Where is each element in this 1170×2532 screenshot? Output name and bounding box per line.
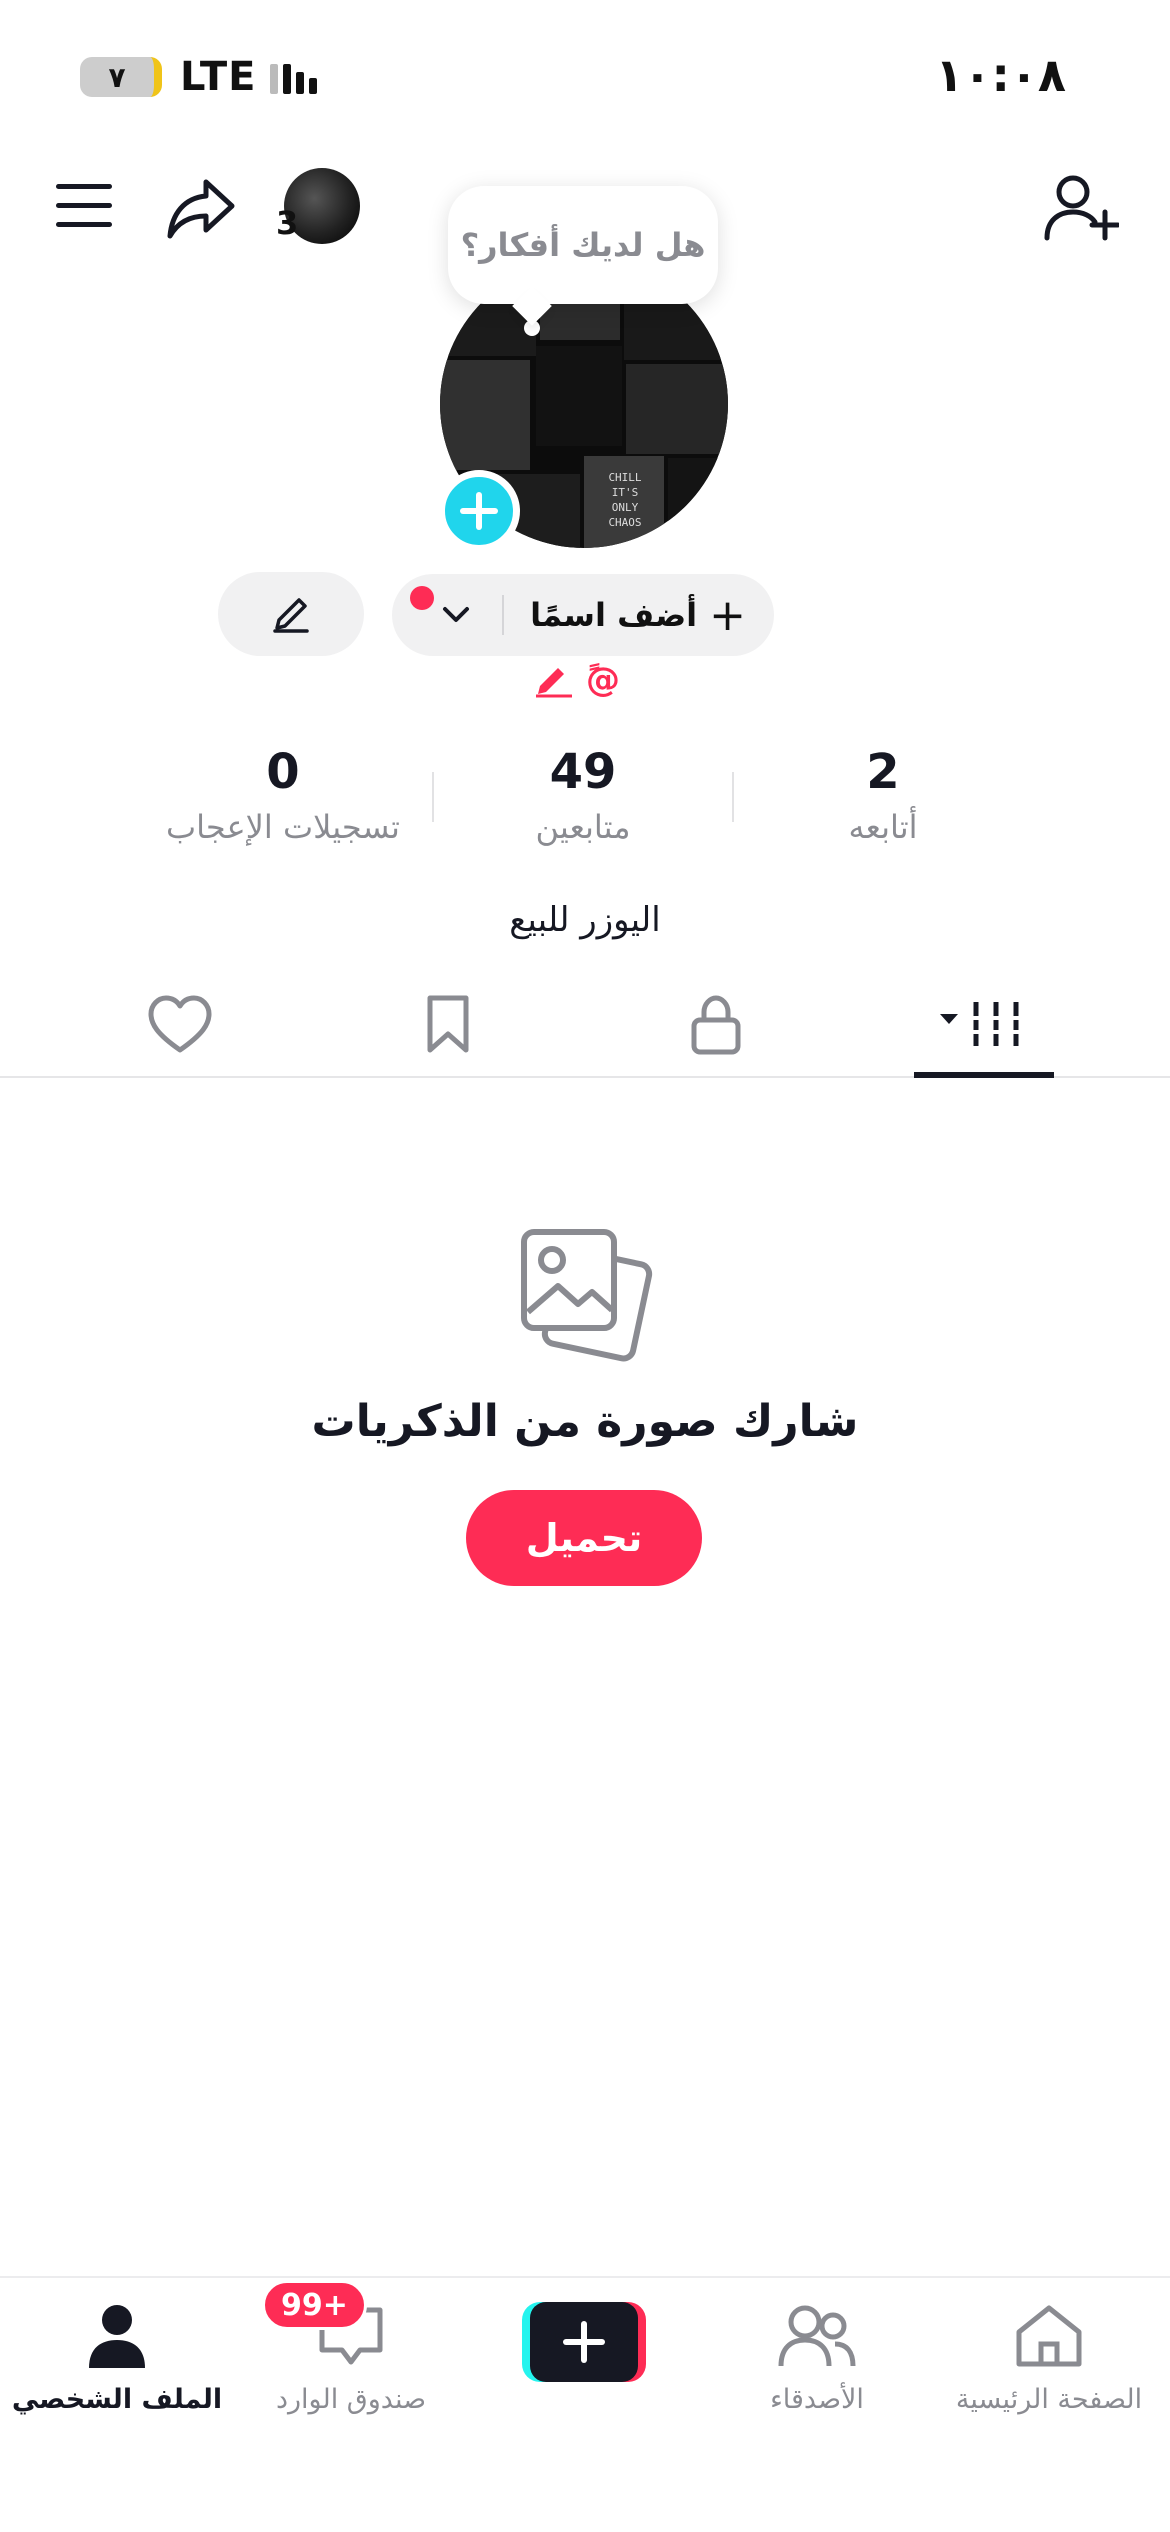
home-icon xyxy=(1009,2296,1089,2376)
content-tabs xyxy=(0,972,1170,1078)
stat-divider xyxy=(432,772,434,822)
hamburger-icon xyxy=(56,184,112,227)
add-name-button[interactable]: + أضف اسمًا xyxy=(392,574,774,656)
menu-button[interactable] xyxy=(48,170,120,242)
nav-home-label: الصفحة الرئيسية xyxy=(955,2384,1143,2415)
nav-home[interactable]: الصفحة الرئيسية xyxy=(932,2296,1166,2415)
add-name-label: أضف اسمًا xyxy=(530,596,698,634)
heart-icon xyxy=(148,995,212,1053)
likes-label: تسجيلات الإعجاب xyxy=(166,808,400,846)
status-bar-left: ٧ LTE xyxy=(80,52,318,102)
bookmark-icon xyxy=(427,995,469,1053)
photos-icon xyxy=(518,1228,654,1364)
followers-stat[interactable]: 49 متابعين xyxy=(443,744,723,846)
likes-count: 0 xyxy=(266,744,300,800)
likes-stat[interactable]: 0 تسجيلات الإعجاب xyxy=(143,744,423,846)
add-avatar-button[interactable] xyxy=(438,470,520,552)
tab-liked[interactable] xyxy=(90,972,270,1076)
tab-videos[interactable] xyxy=(894,972,1074,1078)
tab-private[interactable] xyxy=(626,972,806,1076)
handle-row[interactable]: @ً xyxy=(534,660,620,700)
share-icon xyxy=(167,179,235,239)
status-time: ١٠:٠٨ xyxy=(935,48,1066,102)
story-count: 3 xyxy=(276,204,299,242)
notification-dot xyxy=(410,586,434,610)
stat-divider xyxy=(732,772,734,822)
nav-inbox-label: صندوق الوارد xyxy=(275,2384,427,2415)
nav-friends[interactable]: الأصدقاء xyxy=(700,2296,934,2415)
pencil-icon xyxy=(273,598,309,633)
signal-icon xyxy=(270,60,318,94)
empty-state-title: شارك صورة من الذكريات xyxy=(311,1396,859,1447)
nav-profile[interactable]: الملف الشخصي xyxy=(0,2296,234,2415)
username-handle: @ً xyxy=(586,660,620,700)
network-type: LTE xyxy=(180,54,257,100)
add-friend-button[interactable] xyxy=(1040,166,1122,248)
following-stat[interactable]: 2 أتابعه xyxy=(743,744,1023,846)
add-name-plus: + xyxy=(709,589,746,641)
inbox-badge: 99+ xyxy=(262,2280,367,2330)
followers-label: متابعين xyxy=(535,808,631,846)
divider xyxy=(502,595,505,635)
lock-icon xyxy=(691,995,741,1055)
ideas-tooltip[interactable]: هل لديك أفكار؟ xyxy=(448,186,718,304)
grid-icon xyxy=(940,1002,1022,1046)
nav-friends-label: الأصدقاء xyxy=(770,2384,864,2415)
tab-saved[interactable] xyxy=(358,972,538,1076)
followers-count: 49 xyxy=(549,744,617,800)
friends-icon xyxy=(777,2296,857,2376)
nav-profile-label: الملف الشخصي xyxy=(11,2384,223,2415)
create-button[interactable] xyxy=(522,2302,646,2382)
add-user-icon xyxy=(1044,175,1119,241)
chevron-down-icon[interactable] xyxy=(436,595,476,635)
plus-icon xyxy=(563,2321,605,2363)
upload-button[interactable]: تحميل xyxy=(466,1490,702,1586)
edit-profile-button[interactable] xyxy=(218,572,364,656)
following-count: 2 xyxy=(866,744,900,800)
plus-icon xyxy=(460,492,498,530)
battery-indicator: ٧ xyxy=(80,57,162,97)
profile-icon xyxy=(77,2296,157,2376)
edit-handle-icon xyxy=(536,668,572,698)
profile-bio: اليوزر للبيع xyxy=(509,900,661,940)
following-label: أتابعه xyxy=(848,808,918,846)
share-profile-button[interactable] xyxy=(162,168,242,248)
